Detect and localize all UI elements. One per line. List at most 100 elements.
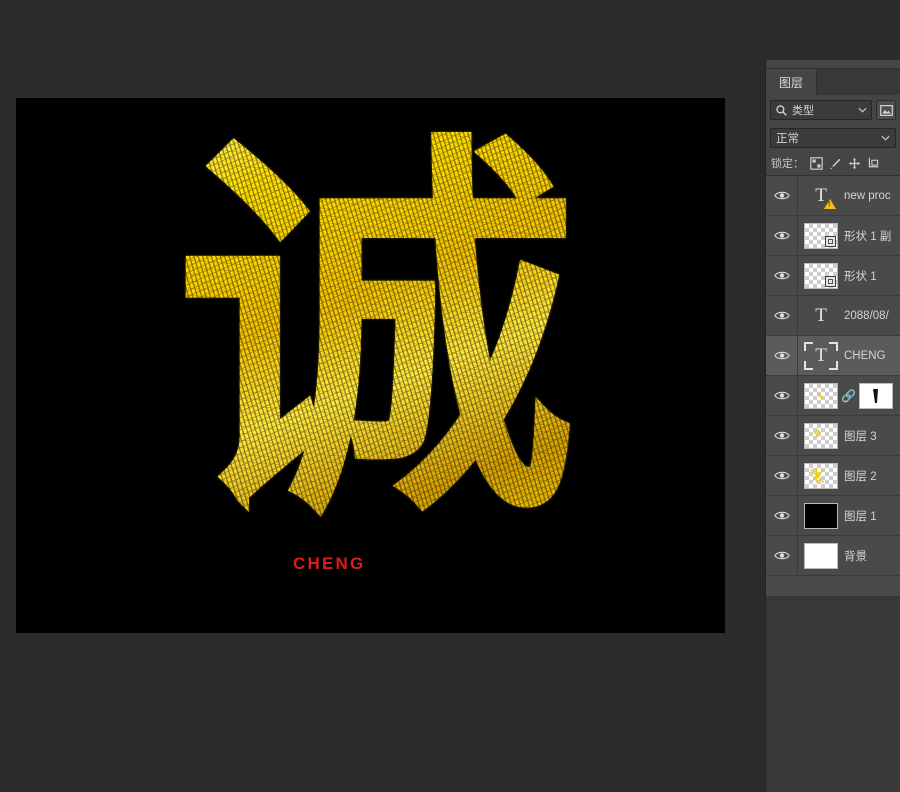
- font-warning-icon: [824, 198, 836, 209]
- table-row[interactable]: 🔗: [766, 376, 900, 416]
- layer-name[interactable]: 2088/08/: [838, 310, 900, 322]
- eye-icon: [773, 431, 790, 440]
- layer-thumbnail-cell: [798, 262, 838, 289]
- eye-icon: [773, 351, 790, 360]
- selection-corner-icon: [804, 360, 813, 370]
- layer-visibility-toggle[interactable]: [766, 296, 798, 335]
- layer-name[interactable]: 图层 1: [838, 508, 900, 524]
- eye-icon: [773, 511, 790, 520]
- table-row[interactable]: T 2088/08/: [766, 296, 900, 336]
- eye-icon: [773, 311, 790, 320]
- pinyin-label: CHENG: [293, 554, 366, 573]
- move-lock-icon[interactable]: [848, 157, 861, 170]
- pixel-layer-thumbnail: [804, 502, 838, 529]
- layer-visibility-toggle[interactable]: [766, 176, 798, 215]
- chevron-down-icon: [881, 135, 890, 141]
- selection-corner-icon: [829, 360, 838, 370]
- layer-thumbnail-cell: [798, 222, 838, 249]
- panel-empty-area: [766, 596, 900, 792]
- artboard: 诚 CHENG 2088/08/18字体设计 NEW PRODUCTS LIST…: [16, 98, 725, 633]
- layer-thumbnail-cell: T: [798, 182, 838, 210]
- layer-visibility-toggle[interactable]: [766, 536, 798, 575]
- chevron-down-icon: [858, 107, 867, 113]
- layer-thumbnail-cell: 🔗: [798, 382, 893, 409]
- brush-lock-icon[interactable]: [829, 157, 842, 170]
- table-row[interactable]: 图层 3: [766, 416, 900, 456]
- table-row[interactable]: 背景: [766, 536, 900, 576]
- artboard-lock-icon[interactable]: [867, 157, 880, 170]
- pixel-layer-thumbnail: [804, 422, 838, 449]
- layer-visibility-toggle[interactable]: [766, 256, 798, 295]
- blend-mode-row: 正常: [766, 125, 900, 151]
- text-layer-thumbnail: T: [804, 182, 838, 210]
- document-canvas[interactable]: 诚 CHENG 2088/08/18字体设计 NEW PRODUCTS LIST…: [16, 98, 725, 633]
- layer-filter-row: 类型: [766, 95, 900, 125]
- calligraphy-artwork: 诚: [16, 98, 725, 633]
- layer-thumbnail-cell: T: [798, 341, 838, 370]
- thumbnail-artwork: [810, 467, 825, 483]
- background-layer-thumbnail: [804, 542, 838, 569]
- tab-empty-area: [816, 69, 900, 95]
- layer-visibility-toggle[interactable]: [766, 336, 798, 375]
- eye-icon: [773, 471, 790, 480]
- blend-mode-value: 正常: [776, 133, 799, 145]
- text-layer-thumbnail: T: [804, 302, 838, 330]
- layer-visibility-toggle[interactable]: [766, 456, 798, 495]
- tab-layers[interactable]: 图层: [766, 69, 816, 95]
- selection-corner-icon: [829, 341, 838, 351]
- table-row[interactable]: T new proc: [766, 176, 900, 216]
- transparency-lock-icon[interactable]: [810, 156, 823, 170]
- layer-name[interactable]: 背景: [838, 548, 900, 564]
- table-row[interactable]: 图层 2: [766, 456, 900, 496]
- image-filter-icon: [879, 104, 893, 116]
- eye-icon: [773, 271, 790, 280]
- layer-thumbnail-cell: [798, 462, 838, 489]
- panel-tabbar-top: [766, 60, 900, 69]
- selection-corner-icon: [804, 341, 813, 351]
- layer-name[interactable]: 图层 2: [838, 468, 900, 484]
- layer-thumbnail-cell: [798, 502, 838, 529]
- filter-image-button[interactable]: [876, 100, 896, 120]
- layer-filter-type-select[interactable]: 类型: [770, 100, 872, 120]
- shape-vector-badge: [825, 275, 836, 287]
- layer-list[interactable]: T new proc: [766, 176, 900, 596]
- panel-tabs: 图层: [766, 69, 900, 95]
- layer-name[interactable]: 图层 3: [838, 428, 900, 444]
- layer-thumbnail-cell: [798, 422, 838, 449]
- eye-icon: [773, 391, 790, 400]
- shape-vector-badge: [825, 235, 836, 247]
- pixel-layer-thumbnail: [804, 382, 838, 409]
- layer-name[interactable]: CHENG: [838, 350, 900, 362]
- layer-filter-value: 类型: [792, 105, 814, 117]
- shape-layer-thumbnail: [804, 222, 838, 249]
- layer-name[interactable]: 形状 1 副: [838, 228, 900, 244]
- layer-thumbnail-cell: T: [798, 302, 838, 330]
- mask-artwork: [872, 388, 878, 403]
- layer-visibility-toggle[interactable]: [766, 376, 798, 415]
- text-layer-t-glyph: T: [815, 345, 827, 366]
- layer-name[interactable]: 形状 1: [838, 268, 900, 284]
- table-row[interactable]: T CHENG: [766, 336, 900, 376]
- photoshop-window: 诚 CHENG 2088/08/18字体设计 NEW PRODUCTS LIST…: [0, 0, 900, 792]
- layer-visibility-toggle[interactable]: [766, 416, 798, 455]
- layer-visibility-toggle[interactable]: [766, 496, 798, 535]
- shape-layer-thumbnail: [804, 262, 838, 289]
- link-icon[interactable]: 🔗: [841, 389, 856, 403]
- calligraphy-glyph: 诚: [136, 118, 616, 558]
- table-row[interactable]: 形状 1 副: [766, 216, 900, 256]
- eye-icon: [773, 551, 790, 560]
- layer-name[interactable]: new proc: [838, 190, 900, 202]
- table-row[interactable]: 图层 1: [766, 496, 900, 536]
- layers-panel: 图层 类型 正常 锁定： T ! new proc 形状 1 副 形状 1 T …: [765, 60, 900, 792]
- search-icon: [776, 104, 787, 116]
- table-row[interactable]: 形状 1: [766, 256, 900, 296]
- layer-visibility-toggle[interactable]: [766, 216, 798, 255]
- lock-controls-row: 锁定：: [766, 151, 900, 176]
- layer-mask-thumbnail: [858, 382, 893, 409]
- text-layer-thumbnail-selected: T: [804, 341, 838, 370]
- blend-mode-select[interactable]: 正常: [770, 128, 896, 148]
- lock-label: 锁定：: [771, 158, 804, 170]
- tab-layers-label: 图层: [778, 75, 803, 90]
- text-layer-t-glyph: T: [815, 305, 827, 326]
- layer-thumbnail-cell: [798, 542, 838, 569]
